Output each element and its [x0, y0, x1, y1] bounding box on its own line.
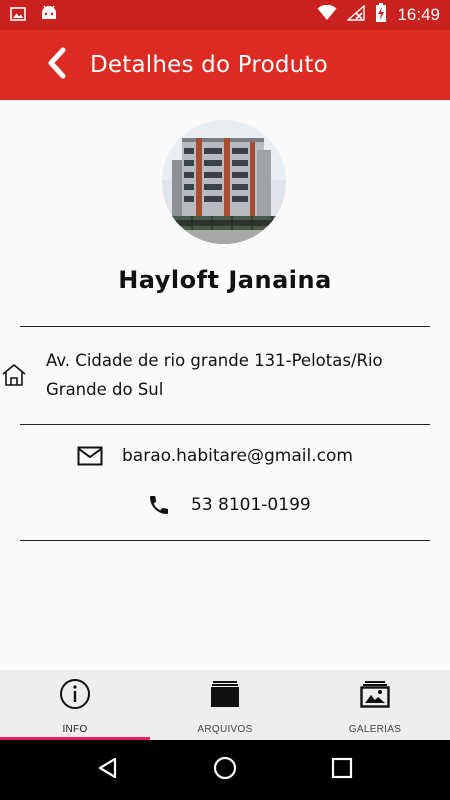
status-bar: 16:49	[0, 0, 450, 30]
home-circle-icon	[212, 755, 238, 785]
divider	[20, 326, 430, 327]
tab-galerias[interactable]: GALERIAS	[300, 670, 450, 740]
chevron-left-icon	[46, 47, 68, 83]
gallery-icon	[359, 678, 391, 714]
android-icon	[40, 5, 58, 25]
recents-square-icon	[331, 757, 353, 783]
back-button[interactable]	[32, 40, 82, 90]
phone-icon	[145, 493, 173, 517]
bottom-tab-bar: INFO ARQUIVOS GALERIAS	[0, 670, 450, 740]
app-bar: Detalhes do Produto	[0, 30, 450, 100]
nav-recents-button[interactable]	[322, 750, 362, 790]
email-row[interactable]: barao.habitare@gmail.com	[76, 446, 353, 466]
info-icon	[59, 678, 91, 714]
tab-label: ARQUIVOS	[197, 724, 253, 735]
clock: 16:49	[397, 5, 440, 24]
folder-icon	[209, 678, 241, 714]
no-signal-icon	[346, 4, 366, 25]
page-title: Detalhes do Produto	[90, 52, 328, 78]
tab-label: INFO	[62, 724, 88, 735]
address-text: Av. Cidade de rio grande 131-Pelotas/Rio…	[46, 351, 383, 399]
system-nav-bar	[0, 740, 450, 800]
tab-info[interactable]: INFO	[0, 670, 150, 740]
product-image	[162, 120, 286, 244]
divider	[20, 424, 430, 425]
address-row: Av. Cidade de rio grande 131-Pelotas/Rio…	[0, 346, 430, 404]
back-triangle-icon	[96, 756, 120, 784]
nav-back-button[interactable]	[88, 750, 128, 790]
battery-charging-icon	[375, 3, 387, 27]
image-icon	[10, 6, 26, 25]
divider	[20, 540, 430, 541]
mail-icon	[76, 446, 104, 466]
product-name: Hayloft Janaina	[118, 266, 332, 294]
phone-row[interactable]: 53 8101-0199	[145, 493, 311, 517]
phone-text[interactable]: 53 8101-0199	[191, 495, 311, 515]
tab-label: GALERIAS	[348, 724, 402, 735]
nav-home-button[interactable]	[205, 750, 245, 790]
email-text[interactable]: barao.habitare@gmail.com	[122, 446, 353, 466]
wifi-icon	[317, 4, 337, 25]
home-icon	[0, 363, 28, 387]
tab-arquivos[interactable]: ARQUIVOS	[150, 670, 300, 740]
